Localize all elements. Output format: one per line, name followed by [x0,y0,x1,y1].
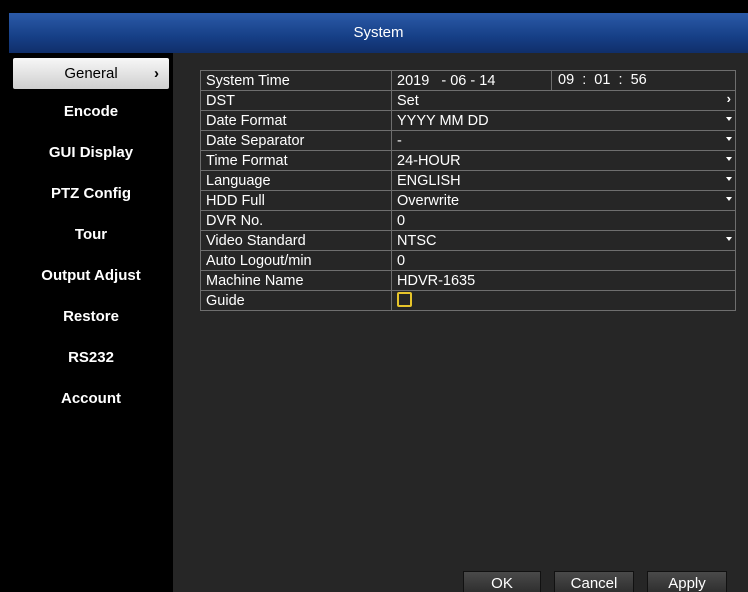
dvr-no-label: DVR No. [200,210,392,231]
dst-set-button[interactable]: Set › [391,90,736,111]
window-title: System [9,13,748,53]
sidebar-item-tour[interactable]: Tour [9,214,173,255]
table-row: Date Format YYYY MM DD [200,110,736,131]
language-label: Language [200,170,392,191]
table-row: Language ENGLISH [200,170,736,191]
table-row: DST Set › [200,90,736,111]
dst-label: DST [200,90,392,111]
month-value[interactable]: 06 [450,73,466,89]
sidebar-item-ptz-config[interactable]: PTZ Config [9,173,173,214]
sidebar-item-gui-display[interactable]: GUI Display [9,132,173,173]
video-standard-select[interactable]: NTSC [391,230,736,251]
chevron-right-icon: › [154,65,159,82]
date-format-select[interactable]: YYYY MM DD [391,110,736,131]
date-format-label: Date Format [200,110,392,131]
table-row: HDD Full Overwrite [200,190,736,211]
day-value[interactable]: 14 [479,73,495,89]
caret-down-icon [726,197,732,201]
hdd-full-select[interactable]: Overwrite [391,190,736,211]
minute-value[interactable]: 01 [594,72,610,88]
sidebar: General › Encode GUI Display PTZ Config … [9,53,173,592]
sidebar-item-account[interactable]: Account [9,378,173,419]
time-input[interactable]: 09 : 01 : 56 [551,71,647,90]
caret-down-icon [726,237,732,241]
table-row: Machine Name HDVR-1635 [200,270,736,291]
sidebar-item-output-adjust[interactable]: Output Adjust [9,255,173,296]
system-time-label: System Time [200,70,392,91]
caret-down-icon [726,157,732,161]
date-input[interactable]: 2019 - 06 - 14 [397,73,495,89]
date-separator-label: Date Separator [200,130,392,151]
guide-label: Guide [200,290,392,311]
table-row: Guide [200,290,736,311]
cancel-button[interactable]: Cancel [554,571,634,592]
table-row: Date Separator - [200,130,736,151]
apply-button[interactable]: Apply [647,571,727,592]
table-row: DVR No. 0 [200,210,736,231]
language-select[interactable]: ENGLISH [391,170,736,191]
sidebar-item-encode[interactable]: Encode [9,91,173,132]
time-format-label: Time Format [200,150,392,171]
caret-down-icon [726,177,732,181]
settings-table: System Time 2019 - 06 - 14 09 : 01 : 56 … [200,70,736,311]
caret-down-icon [726,117,732,121]
auto-logout-label: Auto Logout/min [200,250,392,271]
general-settings-panel: System Time 2019 - 06 - 14 09 : 01 : 56 … [173,53,748,592]
machine-name-input[interactable]: HDVR-1635 [391,270,736,291]
chevron-right-icon: › [726,91,731,106]
table-row: Time Format 24-HOUR [200,150,736,171]
table-row: System Time 2019 - 06 - 14 09 : 01 : 56 [200,70,736,91]
system-time-field[interactable]: 2019 - 06 - 14 09 : 01 : 56 [391,70,736,91]
sidebar-item-rs232[interactable]: RS232 [9,337,173,378]
year-value[interactable]: 2019 [397,73,429,89]
video-standard-label: Video Standard [200,230,392,251]
table-row: Video Standard NTSC [200,230,736,251]
guide-cell [391,290,736,311]
sidebar-item-label: General [64,65,118,82]
time-format-select[interactable]: 24-HOUR [391,150,736,171]
sidebar-item-restore[interactable]: Restore [9,296,173,337]
caret-down-icon [726,137,732,141]
machine-name-label: Machine Name [200,270,392,291]
system-window: System General › Encode GUI Display PTZ … [9,13,748,592]
hdd-full-label: HDD Full [200,190,392,211]
hour-value[interactable]: 09 [558,72,574,88]
auto-logout-input[interactable]: 0 [391,250,736,271]
ok-button[interactable]: OK [463,571,541,592]
guide-checkbox[interactable] [397,292,412,308]
second-value[interactable]: 56 [631,72,647,88]
table-row: Auto Logout/min 0 [200,250,736,271]
dvr-no-input[interactable]: 0 [391,210,736,231]
date-separator-select[interactable]: - [391,130,736,151]
sidebar-item-general[interactable]: General › [13,58,169,89]
